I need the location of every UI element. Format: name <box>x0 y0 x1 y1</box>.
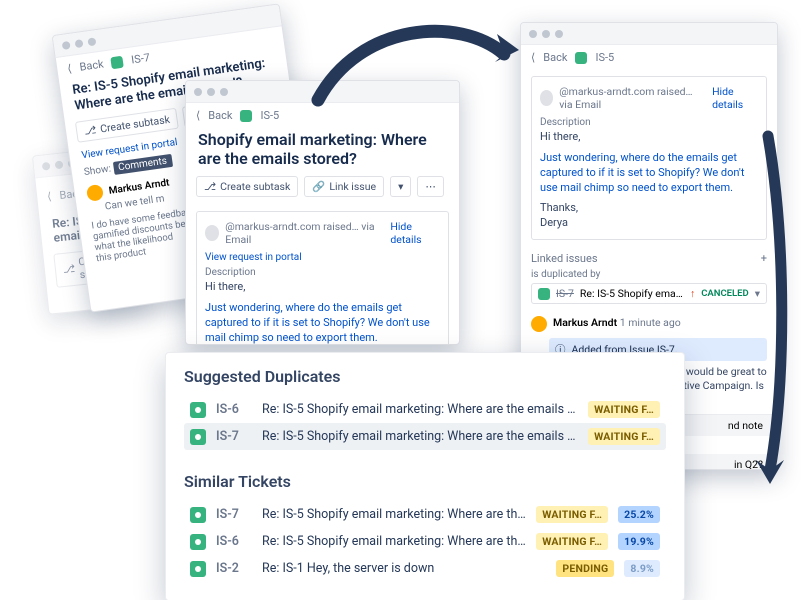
chevron-down-icon[interactable]: ▾ <box>755 287 760 300</box>
comment-time: 1 minute ago <box>620 316 681 329</box>
description-body: Hi there, Just wondering, where do the e… <box>540 130 758 231</box>
back-chevron-icon[interactable]: ⟨ <box>196 109 200 122</box>
suggestions-panel: Suggested Duplicates IS-6 Re: IS-5 Shopif… <box>165 352 685 600</box>
window-is5-main: ⟨ Back IS-5 Shopify email marketing: Whe… <box>185 80 460 345</box>
issue-type-icon <box>575 52 587 64</box>
issue-id: IS-7 <box>216 507 252 522</box>
issue-id[interactable]: IS-5 <box>260 109 279 122</box>
linked-issue-row[interactable]: IS-7 Re: IS-5 Shopify email marketing: …… <box>531 283 767 304</box>
portal-link[interactable]: View request in portal <box>205 252 440 263</box>
avatar <box>540 90 553 106</box>
issue-type-icon <box>190 429 206 445</box>
issue-type-icon <box>190 561 206 577</box>
comment-author: Markus Arndt <box>553 316 617 329</box>
link-issue-button[interactable]: 🔗 Link issue <box>304 176 384 197</box>
status-badge: WAITING F… <box>588 428 660 445</box>
linked-id: IS-7 <box>556 287 574 300</box>
status-badge: WAITING F… <box>588 401 660 418</box>
hide-details-link[interactable]: Hide details <box>390 220 440 246</box>
status-badge: PENDING <box>556 560 614 577</box>
linked-issues: Linked issues + is duplicated by IS-7 Re… <box>521 246 777 310</box>
similar-row[interactable]: IS-2 Re: IS-1 Hey, the server is down PEND… <box>184 555 666 582</box>
issue-id[interactable]: IS-5 <box>595 51 614 64</box>
issue-title: Re: IS-1 Hey, the server is down <box>262 561 546 576</box>
avatar <box>205 225 219 241</box>
linked-issues-label: Linked issues <box>531 252 598 265</box>
linked-title: Re: IS-5 Shopify email marketing: … <box>580 287 684 300</box>
issue-type-icon <box>190 534 206 550</box>
hide-details-link[interactable]: Hide details <box>712 85 758 111</box>
create-subtask-button[interactable]: ⎇ Create subtask <box>196 176 298 197</box>
issue-type-icon <box>190 402 206 418</box>
issue-title: Re: IS-5 Shopify email marketing: Where … <box>262 534 526 549</box>
add-link-icon[interactable]: + <box>761 252 767 265</box>
similarity-pct: 8.9% <box>624 560 660 577</box>
status-canceled: CANCELED <box>701 288 749 299</box>
raised-by: @markus-arndt.com raised… via Email <box>225 220 384 246</box>
issue-type-icon <box>538 288 550 300</box>
description-body: Hi there, Just wondering, where do the e… <box>205 280 440 345</box>
issue-type-icon <box>190 507 206 523</box>
issue-id: IS-6 <box>216 402 252 417</box>
issue-type-icon <box>240 110 252 122</box>
back-label[interactable]: Back <box>208 109 232 122</box>
issue-title: Re: IS-5 Shopify email marketing: Where … <box>262 429 578 444</box>
duplicates-header: Suggested Duplicates <box>184 367 666 386</box>
similar-row[interactable]: IS-6 Re: IS-5 Shopify email marketing: Wh… <box>184 528 666 555</box>
status-badge: WAITING F… <box>536 533 608 550</box>
issue-title: Re: IS-5 Shopify email marketing: Where … <box>262 402 578 417</box>
issue-id: IS-6 <box>216 534 252 549</box>
header: ⟨ Back IS-5 <box>186 103 459 128</box>
description-label: Description <box>540 117 758 128</box>
request-card: @markus-arndt.com raised… via Email Hide… <box>196 211 449 345</box>
similarity-pct: 19.9% <box>618 533 660 550</box>
status-badge: WAITING F… <box>536 506 608 523</box>
ticket-title: Shopify email marketing: Where are the e… <box>186 128 459 176</box>
duplicate-row[interactable]: IS-6 Re: IS-5 Shopify email marketing: Wh… <box>184 396 666 423</box>
raised-by: @markus-arndt.com raised… via Email <box>559 85 706 111</box>
duplicate-row[interactable]: IS-7 Re: IS-5 Shopify email marketing: Wh… <box>184 423 666 450</box>
more-button[interactable]: ▾ <box>390 176 411 197</box>
back-label[interactable]: Back <box>543 51 567 64</box>
dup-label: is duplicated by <box>531 269 767 280</box>
header: ⟨ Back IS-5 <box>521 45 777 70</box>
issue-id: IS-2 <box>216 561 252 576</box>
comment: Markus Arndt 1 minute ago <box>521 310 777 338</box>
overflow-button[interactable]: ⋯ <box>417 176 444 197</box>
description-label: Description <box>205 267 440 278</box>
issue-id: IS-7 <box>216 429 252 444</box>
avatar <box>531 316 547 332</box>
back-chevron-icon[interactable]: ⟨ <box>531 51 535 64</box>
similar-header: Similar Tickets <box>184 472 666 491</box>
issue-title: Re: IS-5 Shopify email marketing: Where … <box>262 507 526 522</box>
similar-row[interactable]: IS-7 Re: IS-5 Shopify email marketing: Wh… <box>184 501 666 528</box>
request-card: @markus-arndt.com raised… via Email Hide… <box>531 76 767 240</box>
similarity-pct: 25.2% <box>618 506 660 523</box>
priority-up-icon: ↑ <box>690 287 695 300</box>
